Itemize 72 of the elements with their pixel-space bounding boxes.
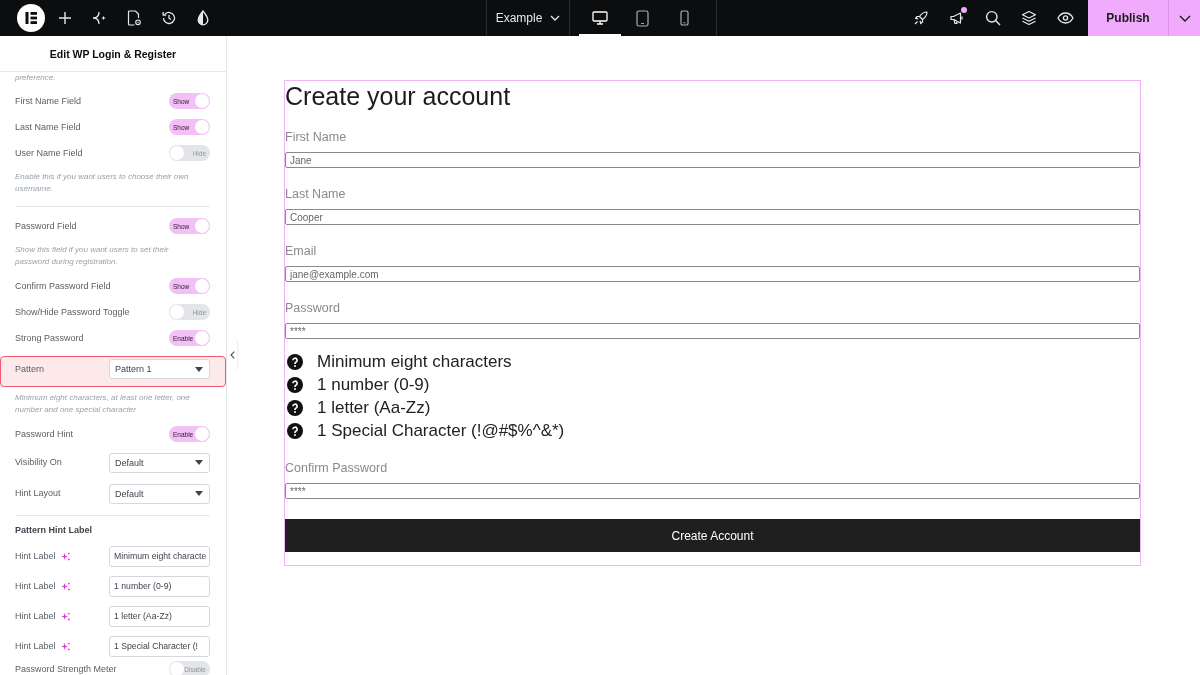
setting-label: Password Hint <box>15 428 74 440</box>
text-input[interactable]: 1 Special Character (! <box>109 635 210 657</box>
setting-label: Hint Label <box>15 640 56 652</box>
tablet-icon <box>635 9 649 27</box>
setting-label: Hint Label <box>15 550 56 562</box>
setting-label: Confirm Password Field <box>15 280 111 292</box>
plus-icon[interactable] <box>58 11 72 25</box>
setting-label: Strong Password <box>15 332 84 344</box>
form-title: Create your account <box>285 81 512 111</box>
history-icon[interactable] <box>161 10 177 26</box>
megaphone-icon[interactable] <box>949 10 965 26</box>
setting-label: Hint Layout <box>15 488 61 499</box>
section-heading: Pattern Hint Label <box>15 524 93 537</box>
field-label: Last Name <box>285 186 347 202</box>
help-text: Show this field if you want users to set their password during registration. <box>15 244 170 268</box>
eye-icon[interactable] <box>1057 12 1074 24</box>
question-circle-icon <box>287 422 303 439</box>
text-input[interactable]: 1 letter (Aa-Zz) <box>109 605 210 627</box>
field-label: Email <box>285 243 318 259</box>
text-input[interactable]: Cooper <box>285 209 1140 225</box>
layers-icon[interactable] <box>1021 10 1037 26</box>
panel-title: Edit WP Login & Register <box>49 47 177 60</box>
setting-label: Password Field <box>15 220 77 232</box>
text-input[interactable]: Minimum eight characte <box>109 545 210 567</box>
caret-down-icon <box>195 366 203 372</box>
help-text: preference. <box>15 72 57 84</box>
hint-text: 1 Special Character (!@#$%^&*) <box>317 420 565 441</box>
question-circle-icon <box>287 399 303 416</box>
hint-text: 1 number (0-9) <box>317 374 430 395</box>
dropdown[interactable]: Pattern 1 <box>109 359 210 379</box>
collapse-handle[interactable] <box>227 340 237 370</box>
help-text: Enable this if you want users to choose their own username. <box>15 171 190 195</box>
dropdown[interactable]: Default <box>109 452 210 473</box>
hint-text: 1 letter (Aa-Zz) <box>317 397 431 418</box>
setting-label: Last Name Field <box>15 121 81 133</box>
setting-label: Password Strength Meter <box>15 663 117 675</box>
setting-label: Visibility On <box>15 457 62 468</box>
setting-label: User Name Field <box>15 147 83 159</box>
setting-label: Show/Hide Password Toggle <box>15 306 130 318</box>
text-input[interactable]: **** <box>285 323 1140 339</box>
field-label: Confirm Password <box>285 460 389 476</box>
droplet-icon[interactable] <box>197 10 209 26</box>
caret-down-icon <box>195 491 203 496</box>
chevron-left-icon <box>229 351 235 359</box>
publish-button[interactable]: Publish <box>1088 0 1168 36</box>
page-settings-icon[interactable] <box>127 10 141 26</box>
search-icon[interactable] <box>985 10 1001 26</box>
question-circle-icon <box>287 376 303 393</box>
chevron-down-icon <box>1178 14 1191 22</box>
submit-button[interactable]: Create Account <box>285 519 1140 552</box>
rocket-icon[interactable] <box>913 10 929 26</box>
chevron-down-icon <box>550 15 561 21</box>
sparkle-icon[interactable] <box>92 11 107 25</box>
setting-label: Hint Label <box>15 580 56 592</box>
text-input[interactable]: 1 number (0-9) <box>109 575 210 597</box>
text-input[interactable]: **** <box>285 483 1140 499</box>
desktop-icon <box>592 11 608 25</box>
caret-down-icon <box>195 460 203 465</box>
text-input[interactable]: Jane <box>285 152 1140 168</box>
setting-label: Pattern <box>15 363 45 375</box>
text-input[interactable]: jane@example.com <box>285 266 1140 282</box>
question-circle-icon <box>287 353 303 370</box>
help-text: Minimum eight characters, at least one letter, one number and one special character <box>15 392 191 416</box>
dropdown[interactable]: Default <box>109 483 210 504</box>
logo-icon[interactable] <box>17 4 45 32</box>
publish-options-button[interactable] <box>1168 0 1200 36</box>
field-label: Password <box>285 300 341 316</box>
setting-label: Hint Label <box>15 610 56 622</box>
hint-text: Minimum eight characters <box>317 351 512 372</box>
setting-label: First Name Field <box>15 95 81 107</box>
mobile-icon <box>679 10 689 26</box>
field-label: First Name <box>285 129 348 145</box>
